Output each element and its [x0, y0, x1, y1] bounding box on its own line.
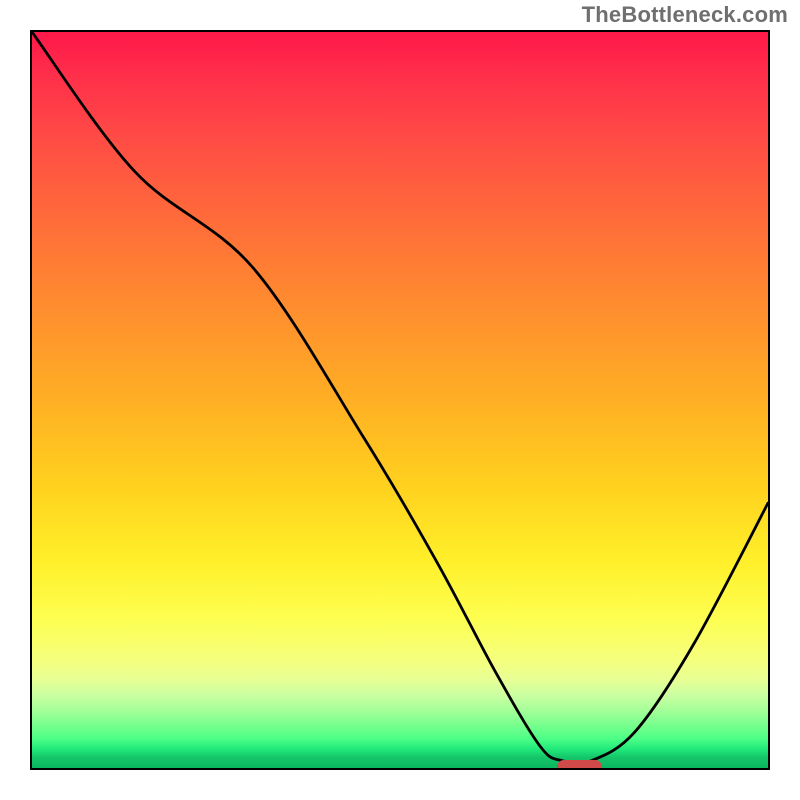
optimum-marker	[557, 760, 601, 770]
plot-frame	[30, 30, 770, 770]
bottleneck-curve	[32, 32, 768, 768]
watermark-text: TheBottleneck.com	[582, 2, 788, 28]
chart-stage: TheBottleneck.com	[0, 0, 800, 800]
